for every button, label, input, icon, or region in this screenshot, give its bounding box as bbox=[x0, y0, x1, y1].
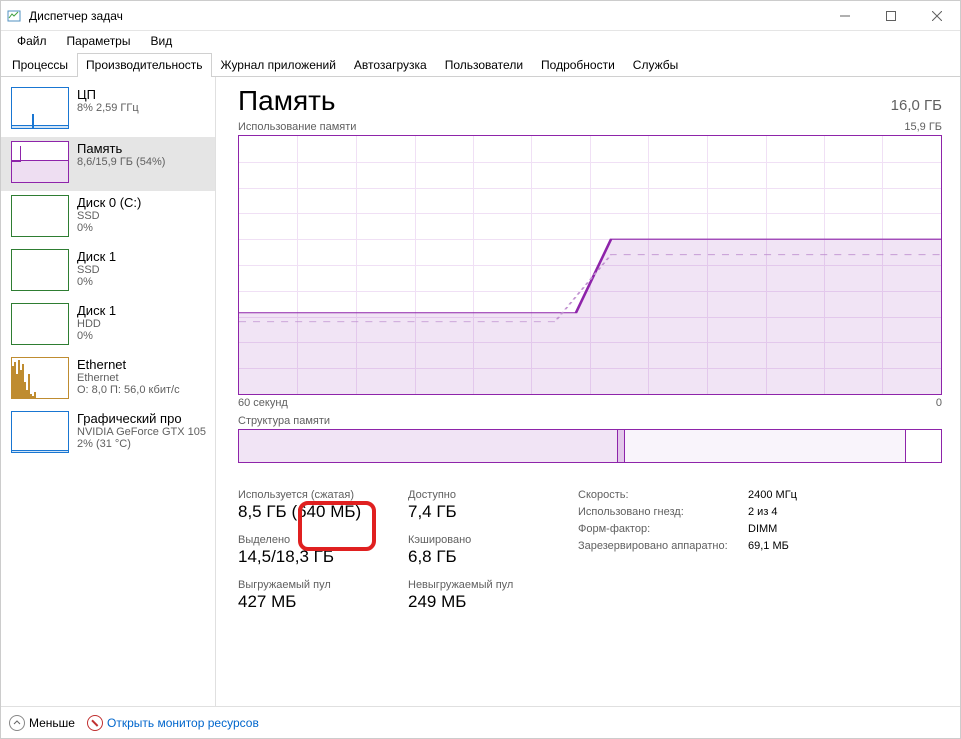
tab-users[interactable]: Пользователи bbox=[436, 53, 532, 76]
sidebar-item-label: ЦП bbox=[77, 87, 139, 102]
sidebar-item-label: Диск 1 bbox=[77, 249, 116, 264]
spec-slots-label: Использовано гнезд: bbox=[578, 506, 748, 518]
memory-composition-bar[interactable] bbox=[238, 429, 942, 463]
title-bar: Диспетчер задач bbox=[1, 1, 960, 31]
sidebar-item-sub: NVIDIA GeForce GTX 105 bbox=[77, 426, 206, 438]
sidebar-item-sub: SSD bbox=[77, 264, 116, 276]
sidebar-item-sub2: 0% bbox=[77, 222, 141, 234]
sidebar-item-disk1-ssd[interactable]: Диск 1 SSD 0% bbox=[1, 245, 215, 299]
menu-bar: Файл Параметры Вид bbox=[1, 31, 960, 51]
spec-speed-label: Скорость: bbox=[578, 489, 748, 501]
sidebar: ЦП 8% 2,59 ГГц Память 8,6/15,9 ГБ (54%) … bbox=[1, 77, 216, 706]
window-title: Диспетчер задач bbox=[29, 9, 822, 23]
sidebar-item-sub2: 2% (31 °C) bbox=[77, 438, 206, 450]
stat-available-value: 7,4 ГБ bbox=[408, 502, 528, 522]
perfmon-icon bbox=[87, 715, 103, 731]
sidebar-item-label: Ethernet bbox=[77, 357, 180, 372]
mini-graph-disk1-ssd bbox=[11, 249, 69, 291]
menu-options[interactable]: Параметры bbox=[59, 32, 139, 50]
fewer-details-button[interactable]: Меньше bbox=[9, 715, 75, 731]
mini-graph-disk1-hdd bbox=[11, 303, 69, 345]
sidebar-item-sub: 8,6/15,9 ГБ (54%) bbox=[77, 156, 165, 168]
stat-in-use-value: 8,5 ГБ (640 МБ) bbox=[238, 502, 388, 522]
stat-paged-value: 427 МБ bbox=[238, 592, 388, 612]
app-icon bbox=[7, 8, 23, 24]
composition-label: Структура памяти bbox=[238, 415, 942, 427]
fewer-details-label: Меньше bbox=[29, 716, 75, 730]
page-title: Память bbox=[238, 85, 336, 117]
maximize-button[interactable] bbox=[868, 1, 914, 31]
stat-available-label: Доступно bbox=[408, 489, 528, 501]
sidebar-item-disk1-hdd[interactable]: Диск 1 HDD 0% bbox=[1, 299, 215, 353]
stat-committed-label: Выделено bbox=[238, 534, 388, 546]
spec-speed-value: 2400 МГц bbox=[748, 489, 797, 501]
sidebar-item-label: Диск 0 (C:) bbox=[77, 195, 141, 210]
mini-graph-cpu bbox=[11, 87, 69, 129]
sidebar-item-ethernet[interactable]: Ethernet Ethernet О: 8,0 П: 56,0 кбит/с bbox=[1, 353, 215, 407]
spec-reserved-label: Зарезервировано аппаратно: bbox=[578, 540, 748, 552]
sidebar-item-sub2: 0% bbox=[77, 276, 116, 288]
chart-label: Использование памяти bbox=[238, 121, 356, 133]
stat-paged-label: Выгружаемый пул bbox=[238, 579, 388, 591]
stat-nonpaged-label: Невыгружаемый пул bbox=[408, 579, 528, 591]
menu-view[interactable]: Вид bbox=[142, 32, 180, 50]
sidebar-item-sub2: О: 8,0 П: 56,0 кбит/с bbox=[77, 384, 180, 396]
close-button[interactable] bbox=[914, 1, 960, 31]
sidebar-item-cpu[interactable]: ЦП 8% 2,59 ГГц bbox=[1, 83, 215, 137]
stat-committed-value: 14,5/18,3 ГБ bbox=[238, 547, 388, 567]
spec-reserved-value: 69,1 МБ bbox=[748, 540, 789, 552]
stat-cached-label: Кэшировано bbox=[408, 534, 528, 546]
spec-slots-value: 2 из 4 bbox=[748, 506, 778, 518]
minimize-button[interactable] bbox=[822, 1, 868, 31]
stat-nonpaged-value: 249 МБ bbox=[408, 592, 528, 612]
open-resource-monitor-label: Открыть монитор ресурсов bbox=[107, 716, 259, 730]
sidebar-item-sub: Ethernet bbox=[77, 372, 180, 384]
sidebar-item-label: Диск 1 bbox=[77, 303, 116, 318]
mini-graph-memory bbox=[11, 141, 69, 183]
tab-services[interactable]: Службы bbox=[624, 53, 687, 76]
sidebar-item-memory[interactable]: Память 8,6/15,9 ГБ (54%) bbox=[1, 137, 215, 191]
mini-graph-ethernet bbox=[11, 357, 69, 399]
sidebar-item-sub: SSD bbox=[77, 210, 141, 222]
chevron-up-icon bbox=[9, 715, 25, 731]
spec-form-label: Форм-фактор: bbox=[578, 523, 748, 535]
memory-total: 16,0 ГБ bbox=[891, 97, 942, 114]
bottom-bar: Меньше Открыть монитор ресурсов bbox=[1, 706, 960, 738]
sidebar-item-sub: HDD bbox=[77, 318, 116, 330]
tab-processes[interactable]: Процессы bbox=[3, 53, 77, 76]
tab-details[interactable]: Подробности bbox=[532, 53, 624, 76]
memory-usage-chart[interactable] bbox=[238, 135, 942, 395]
sidebar-item-sub2: 0% bbox=[77, 330, 116, 342]
menu-file[interactable]: Файл bbox=[9, 32, 55, 50]
chart-xlabel-left: 60 секунд bbox=[238, 397, 288, 409]
mini-graph-disk0 bbox=[11, 195, 69, 237]
chart-max: 15,9 ГБ bbox=[904, 121, 942, 133]
sidebar-item-disk0[interactable]: Диск 0 (C:) SSD 0% bbox=[1, 191, 215, 245]
sidebar-item-label: Графический про bbox=[77, 411, 206, 426]
open-resource-monitor-link[interactable]: Открыть монитор ресурсов bbox=[87, 715, 259, 731]
sidebar-item-sub: 8% 2,59 ГГц bbox=[77, 102, 139, 114]
sidebar-item-gpu[interactable]: Графический про NVIDIA GeForce GTX 105 2… bbox=[1, 407, 215, 461]
sidebar-item-label: Память bbox=[77, 141, 165, 156]
tab-performance[interactable]: Производительность bbox=[77, 53, 211, 77]
spec-form-value: DIMM bbox=[748, 523, 777, 535]
tabs-bar: Процессы Производительность Журнал прило… bbox=[1, 53, 960, 77]
chart-xlabel-right: 0 bbox=[936, 397, 942, 409]
tab-app-history[interactable]: Журнал приложений bbox=[212, 53, 345, 76]
stat-cached-value: 6,8 ГБ bbox=[408, 547, 528, 567]
stat-in-use-label: Используется (сжатая) bbox=[238, 489, 388, 501]
mini-graph-gpu bbox=[11, 411, 69, 453]
main-view: Память 16,0 ГБ Использование памяти 15,9… bbox=[216, 77, 960, 706]
tab-startup[interactable]: Автозагрузка bbox=[345, 53, 436, 76]
